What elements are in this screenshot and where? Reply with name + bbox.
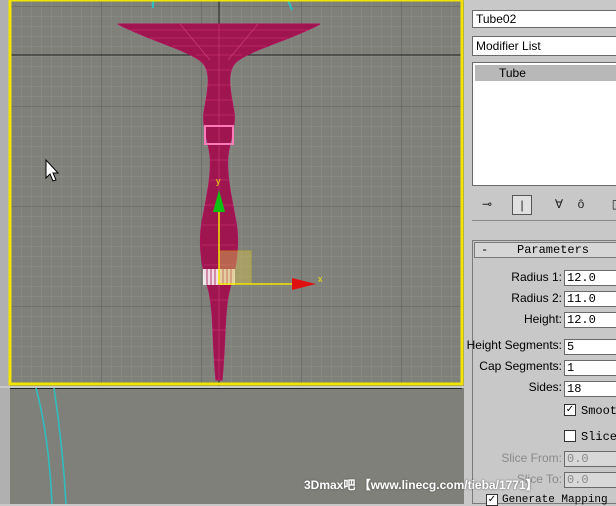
smooth-label: Smoot (581, 404, 616, 418)
height-segments-spinner[interactable]: 5 (564, 339, 616, 355)
height-spinner[interactable]: 12.0 (564, 312, 616, 328)
show-end-result-icon[interactable]: | (512, 195, 532, 215)
slice-to-spinner[interactable]: 0.0 (564, 472, 616, 488)
stack-item-tube[interactable]: Tube (475, 65, 616, 81)
remove-modifier-icon[interactable]: ô (572, 195, 590, 213)
modifier-stack[interactable]: Tube (472, 62, 616, 186)
rollout-header[interactable]: - Parameters (474, 242, 616, 258)
cap-segments-label: Cap Segments: (479, 359, 562, 373)
radius2-spinner[interactable]: 11.0 (564, 291, 616, 307)
watermark: 3Dmax吧 【www.linecg.com/tieba/1771】 (304, 478, 538, 492)
slice-on-label: Slice (581, 430, 616, 444)
height-segments-label: Height Segments: (466, 338, 562, 352)
radius2-label: Radius 2: (511, 291, 562, 305)
slice-from-label: Slice From: (501, 451, 562, 465)
radius1-spinner[interactable]: 12.0 (564, 270, 616, 286)
x-axis-label: x (318, 274, 323, 284)
viewport-canvas[interactable]: x y (0, 0, 464, 386)
object-name-field[interactable]: Tube02 (472, 10, 616, 28)
command-panel: Tube02 Modifier List Tube ⊸ | ∀ ô ▯ - Pa… (466, 0, 616, 506)
collapse-sign: - (481, 243, 489, 257)
make-unique-icon[interactable]: ∀ (550, 195, 568, 213)
slice-from-spinner[interactable]: 0.0 (564, 451, 616, 467)
height-label: Height: (523, 312, 562, 326)
sides-label: Sides: (528, 380, 562, 394)
rollout-title: Parameters (517, 243, 590, 257)
radius1-label: Radius 1: (511, 270, 562, 284)
sides-spinner[interactable]: 18 (564, 381, 616, 397)
cap-segments-spinner[interactable]: 1 (564, 360, 616, 376)
generate-mapping-checkbox[interactable]: ✓ (486, 494, 498, 506)
generate-mapping-label: Generate Mapping (502, 494, 608, 506)
smooth-checkbox[interactable]: ✓ (564, 404, 576, 416)
y-axis-label: y (216, 176, 221, 186)
modifier-list-dropdown[interactable]: Modifier List (472, 36, 616, 56)
divider (472, 220, 616, 221)
front-viewport[interactable]: x y (0, 0, 464, 386)
slice-on-checkbox[interactable] (564, 430, 576, 442)
pin-icon[interactable]: ⊸ (478, 195, 496, 213)
configure-icon[interactable]: ▯ (606, 195, 616, 213)
